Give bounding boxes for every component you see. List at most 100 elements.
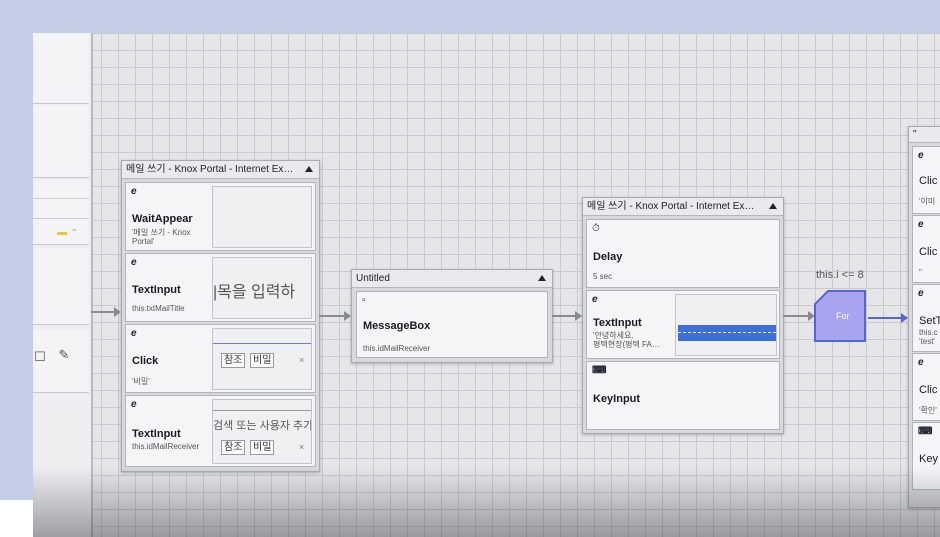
group-title[interactable]: 메일 쓰기 - Knox Portal - Internet Ex… <box>122 161 319 179</box>
square-icon[interactable]: ☐ <box>33 350 47 364</box>
keyboard-icon: ⌨ <box>592 365 607 376</box>
toolbox-block[interactable] <box>33 33 89 104</box>
status-indicator <box>57 232 67 235</box>
node-param: 평택현장(평택 FA… <box>593 340 660 349</box>
flow-arrow <box>91 307 121 317</box>
node-name: Delay <box>593 251 623 263</box>
screen-thumbnail <box>212 186 312 248</box>
node-param: 5 sec <box>593 272 613 281</box>
flow-arrow <box>868 313 908 323</box>
left-toolbox-panel: " ☐ ✎ <box>33 33 93 537</box>
action-node-click[interactable]: e Click '비밀' 참조 비밀 × <box>125 324 316 393</box>
action-node-keyinput[interactable]: ⌨ Key <box>912 422 940 490</box>
ie-icon: e <box>918 288 924 299</box>
close-icon: × <box>299 355 305 365</box>
flow-arrow <box>783 311 815 321</box>
node-name: KeyInput <box>593 393 641 405</box>
node-group-untitled[interactable]: Untitled ▫ MessageBox this.idMailReceive… <box>351 269 553 363</box>
node-param: this.idMailReceiver <box>363 344 431 353</box>
thumbnail-line <box>213 343 311 344</box>
node-name: TextInput <box>132 428 181 440</box>
flow-arrow <box>319 311 351 321</box>
thumbnail-button: 참조 <box>221 440 246 455</box>
collapse-icon[interactable] <box>305 166 313 172</box>
node-param: '비밀' <box>132 377 150 386</box>
node-name: Clic <box>919 175 938 187</box>
loop-condition: this.i <= 8 <box>816 269 864 281</box>
toolbox-block[interactable]: " <box>33 180 89 245</box>
node-param: '안녕하세요. <box>593 331 634 340</box>
node-param: '확인' <box>919 406 937 415</box>
ie-icon: e <box>592 294 598 305</box>
node-param: this.c <box>919 328 938 337</box>
for-loop-node[interactable]: For <box>814 290 866 342</box>
ie-icon: e <box>918 219 924 230</box>
action-node-delay[interactable]: ⏱ Delay 5 sec <box>586 219 780 288</box>
action-node-textinput[interactable]: e TextInput '안녕하세요. 평택현장(평택 FA… <box>586 290 780 359</box>
window-icon: ▫ <box>362 295 366 306</box>
thumbnail-button: 비밀 <box>250 440 275 455</box>
thumbnail-line <box>213 410 311 411</box>
ie-icon: e <box>918 357 924 368</box>
selection-highlight <box>678 325 776 341</box>
thumbnail-text: |목을 입력하 <box>213 284 296 301</box>
node-name: Clic <box>919 384 938 396</box>
toolbox-block[interactable] <box>33 105 89 178</box>
thumbnail-text: 검색 또는 사용자 추가 <box>213 420 312 432</box>
action-node-click[interactable]: e Clic '이미 <box>912 146 940 214</box>
ie-icon: e <box>131 257 137 268</box>
action-node-settext[interactable]: e SetT this.c 'test' <box>912 284 940 352</box>
node-param: this.txtMailTitle <box>132 304 185 313</box>
divider <box>33 218 89 219</box>
group-title[interactable]: Untitled <box>352 270 552 288</box>
action-node-messagebox[interactable]: ▫ MessageBox this.idMailReceiver <box>356 291 548 358</box>
group-title-text: 메일 쓰기 - Knox Portal - Internet Ex… <box>587 201 755 212</box>
action-node-keyinput[interactable]: ⌨ KeyInput <box>586 361 780 430</box>
node-param: 'test' <box>919 337 935 346</box>
action-node-textinput[interactable]: e TextInput this.txtMailTitle |목을 입력하 <box>125 253 316 322</box>
node-param: " <box>919 268 922 277</box>
node-name: SetT <box>919 315 940 327</box>
node-name: Clic <box>919 246 938 258</box>
collapse-icon[interactable] <box>769 203 777 209</box>
toolbox-mini-text: " <box>73 228 76 237</box>
group-title[interactable]: 메일 쓰기 - Knox Portal - Internet Ex… <box>583 198 783 216</box>
pen-icon[interactable]: ✎ <box>57 348 71 362</box>
divider <box>33 198 89 199</box>
node-name: TextInput <box>132 284 181 296</box>
keyboard-icon: ⌨ <box>918 426 933 437</box>
node-name: MessageBox <box>363 320 431 332</box>
thumbnail-button: 참조 <box>221 353 246 368</box>
group-title-text: Untitled <box>356 273 390 284</box>
toolbox-block[interactable] <box>33 248 89 325</box>
collapse-icon[interactable] <box>538 275 546 281</box>
ie-icon: e <box>131 399 137 410</box>
node-name: WaitAppear <box>132 213 193 225</box>
screen-thumbnail: 검색 또는 사용자 추가 참조 비밀 × <box>212 399 312 464</box>
node-group-mail-compose-2[interactable]: 메일 쓰기 - Knox Portal - Internet Ex… ⏱ Del… <box>582 197 784 434</box>
timer-icon: ⏱ <box>592 223 600 234</box>
ie-icon: e <box>131 328 137 339</box>
node-param: '이미 <box>919 197 936 206</box>
thumbnail-button: 비밀 <box>250 353 275 368</box>
node-name: Key <box>919 453 938 465</box>
node-name: Click <box>132 355 159 367</box>
dashed-line <box>678 332 776 333</box>
action-node-waitappear[interactable]: e WaitAppear '메일 쓰기 - Knox Portal' <box>125 182 316 251</box>
group-title-text: 메일 쓰기 - Knox Portal - Internet Ex… <box>126 164 294 175</box>
node-group-loop-body[interactable]: " e Clic '이미 e Clic " e SetT this.c 'tes… <box>908 126 940 508</box>
workflow-canvas[interactable]: " ☐ ✎ 메일 쓰기 - Knox Portal - Internet Ex…… <box>33 33 940 537</box>
toolbox-block[interactable]: ☐ ✎ <box>33 330 89 393</box>
screen-thumbnail <box>675 294 777 356</box>
node-param: this.idMailReceiver <box>132 442 200 451</box>
screen-thumbnail: 참조 비밀 × <box>212 328 312 390</box>
ie-icon: e <box>918 150 924 161</box>
action-node-textinput[interactable]: e TextInput this.idMailReceiver 검색 또는 사용… <box>125 395 316 467</box>
group-title[interactable]: " <box>909 127 940 143</box>
action-node-click[interactable]: e Clic " <box>912 215 940 283</box>
ie-icon: e <box>131 186 137 197</box>
node-group-mail-compose[interactable]: 메일 쓰기 - Knox Portal - Internet Ex… e Wai… <box>121 160 320 472</box>
action-node-click[interactable]: e Clic '확인' <box>912 353 940 421</box>
node-param: '메일 쓰기 - Knox Portal' <box>132 228 191 246</box>
node-name: TextInput <box>593 317 642 329</box>
